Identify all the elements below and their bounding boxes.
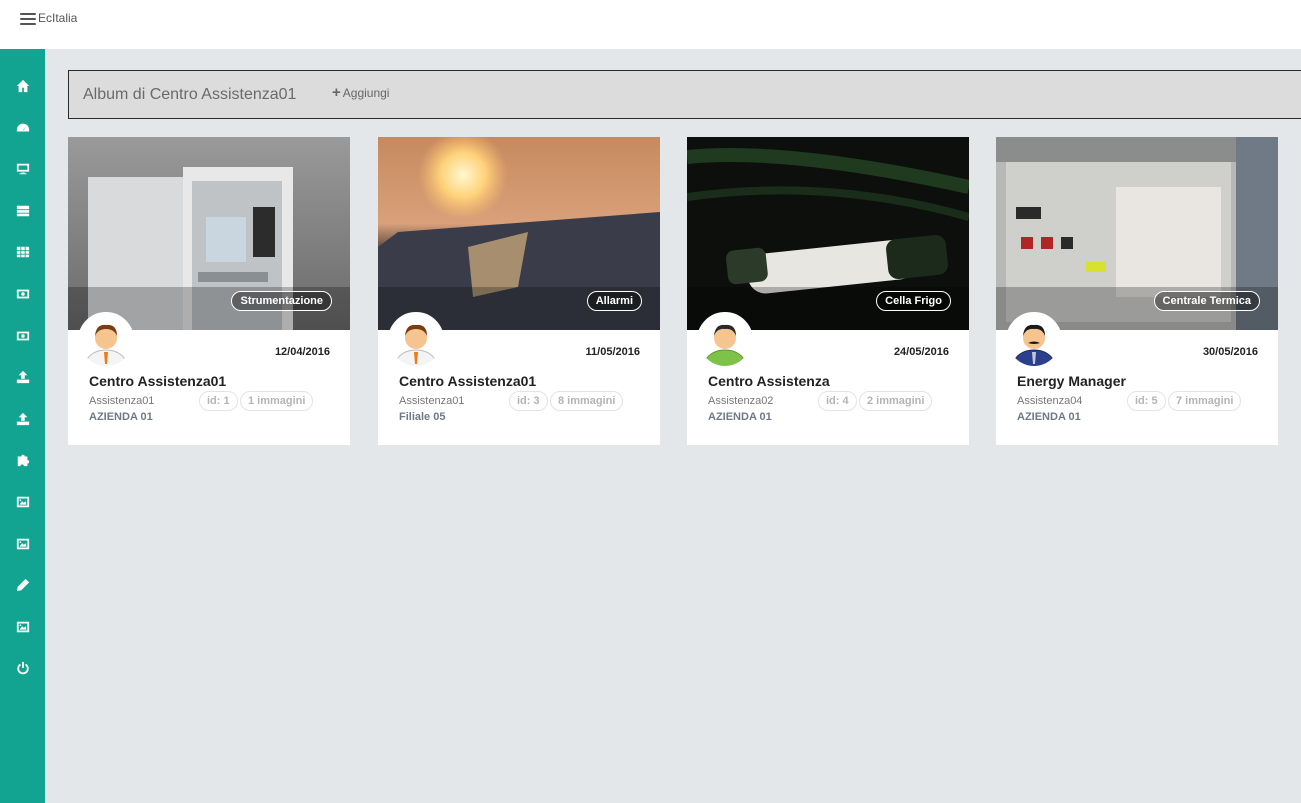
image-icon xyxy=(16,538,29,550)
album-date: 30/05/2016 xyxy=(1202,346,1258,358)
avatar xyxy=(697,312,753,368)
dashboard-icon xyxy=(16,123,29,132)
power-icon xyxy=(16,661,29,675)
menu-toggle-icon[interactable] xyxy=(20,13,36,27)
avatar xyxy=(388,312,444,368)
avatar xyxy=(78,312,134,368)
album-id-badge: id: 5 xyxy=(1127,391,1166,411)
plus-icon: + xyxy=(332,84,341,101)
server-icon xyxy=(16,205,29,217)
image-icon xyxy=(16,621,29,633)
image-count-badge: 2 immagini xyxy=(859,391,933,411)
sidebar-item-server[interactable] xyxy=(0,196,45,226)
sidebar-item-grid[interactable] xyxy=(0,237,45,267)
home-icon xyxy=(16,79,29,93)
album-date: 11/05/2016 xyxy=(585,346,640,358)
album-id-badge: id: 4 xyxy=(818,391,857,411)
album-company: AZIENDA 01 xyxy=(708,411,772,423)
album-owner-name[interactable]: Energy Manager xyxy=(1017,373,1126,389)
category-tag[interactable]: Cella Frigo xyxy=(876,291,951,311)
category-tag[interactable]: Allarmi xyxy=(586,291,642,311)
album-company: AZIENDA 01 xyxy=(89,411,153,423)
sidebar-item-puzzle[interactable] xyxy=(0,445,45,475)
grid-icon xyxy=(16,246,29,258)
album-owner-name[interactable]: Centro Assistenza01 xyxy=(399,373,536,389)
add-button-label: Aggiungi xyxy=(342,86,390,100)
money-icon xyxy=(16,331,29,341)
image-icon xyxy=(16,496,29,508)
album-date: 12/04/2016 xyxy=(274,346,330,358)
sidebar-item-money-1[interactable] xyxy=(0,279,45,309)
sidebar xyxy=(0,49,45,803)
page-title: Album di Centro Assistenza01 xyxy=(83,86,297,103)
upload-icon xyxy=(16,370,29,384)
sidebar-item-money-2[interactable] xyxy=(0,321,45,351)
image-count-badge: 1 immagini xyxy=(240,391,314,411)
sidebar-item-home[interactable] xyxy=(0,71,45,101)
sidebar-item-power[interactable] xyxy=(0,653,45,683)
sidebar-item-dashboard[interactable] xyxy=(0,113,45,143)
album-id-badge: id: 1 xyxy=(199,391,238,411)
sidebar-item-pencil[interactable] xyxy=(0,570,45,600)
sidebar-item-image-3[interactable] xyxy=(0,612,45,642)
add-button[interactable]: + Aggiungi xyxy=(332,84,390,101)
album-card[interactable]: Strumentazione 12/04/2016 Centro Assiste… xyxy=(68,137,350,445)
sidebar-item-monitor[interactable] xyxy=(0,154,45,184)
sidebar-item-upload-1[interactable] xyxy=(0,362,45,392)
album-id-badge: id: 3 xyxy=(509,391,548,411)
sidebar-item-image-1[interactable] xyxy=(0,487,45,517)
app-brand[interactable]: EcItalia xyxy=(38,11,77,25)
album-username: Assistenza01 xyxy=(399,395,465,407)
album-company: Filiale 05 xyxy=(399,411,446,423)
album-card[interactable]: Centrale Termica 30/05/2016 Energy Manag… xyxy=(996,137,1278,445)
album-username: Assistenza02 xyxy=(708,395,774,407)
pencil-icon xyxy=(16,578,29,592)
puzzle-icon xyxy=(17,454,29,467)
album-card[interactable]: Allarmi 11/05/2016 Centro Assistenza01 A… xyxy=(378,137,660,445)
album-card[interactable]: Cella Frigo 24/05/2016 Centro Assistenza… xyxy=(687,137,969,445)
upload-icon xyxy=(16,412,29,426)
top-bar: EcItalia xyxy=(0,0,1301,49)
monitor-icon xyxy=(16,163,29,175)
image-count-badge: 8 immagini xyxy=(550,391,624,411)
album-username: Assistenza04 xyxy=(1017,395,1083,407)
category-tag[interactable]: Strumentazione xyxy=(231,291,332,311)
album-owner-name[interactable]: Centro Assistenza01 xyxy=(89,373,226,389)
album-header: Album di Centro Assistenza01 + Aggiungi xyxy=(68,70,1301,119)
album-date: 24/05/2016 xyxy=(893,346,949,358)
avatar xyxy=(1006,312,1062,368)
sidebar-item-upload-2[interactable] xyxy=(0,404,45,434)
album-company: AZIENDA 01 xyxy=(1017,411,1081,423)
sidebar-item-image-2[interactable] xyxy=(0,529,45,559)
category-tag[interactable]: Centrale Termica xyxy=(1153,291,1260,311)
money-icon xyxy=(16,289,29,299)
image-count-badge: 7 immagini xyxy=(1168,391,1242,411)
album-owner-name[interactable]: Centro Assistenza xyxy=(708,373,830,389)
album-username: Assistenza01 xyxy=(89,395,155,407)
